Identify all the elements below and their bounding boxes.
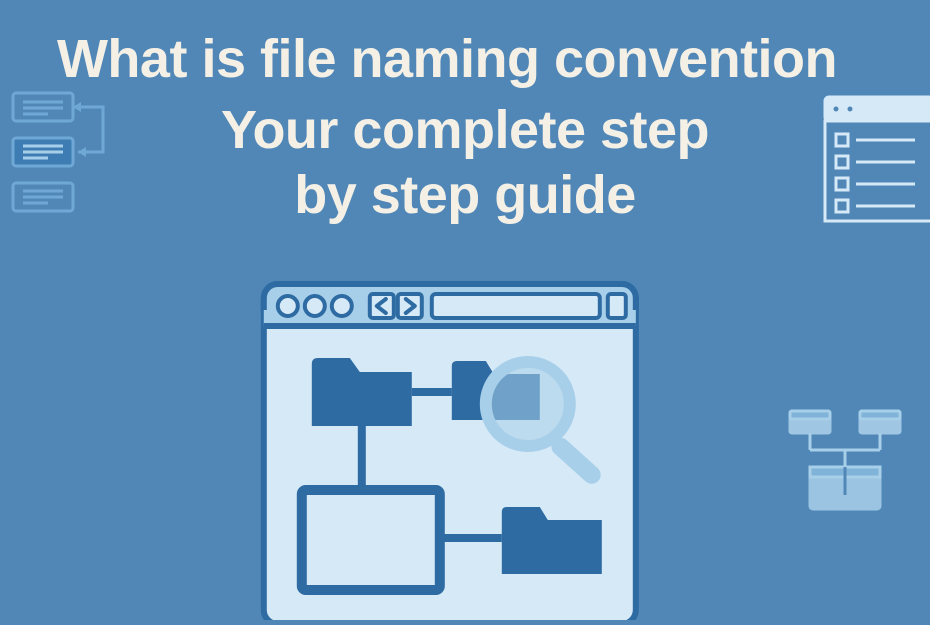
checklist-icon: [820, 92, 930, 237]
flowchart-icon: [8, 88, 138, 233]
hierarchy-icon: [782, 405, 912, 530]
title-line-1: What is file naming convention: [0, 28, 912, 90]
main-title: What is file naming convention Your comp…: [0, 0, 930, 228]
browser-window-illustration: [260, 280, 640, 620]
title-line-3: by step guide: [0, 163, 930, 228]
title-line-2: Your complete step: [0, 98, 930, 163]
